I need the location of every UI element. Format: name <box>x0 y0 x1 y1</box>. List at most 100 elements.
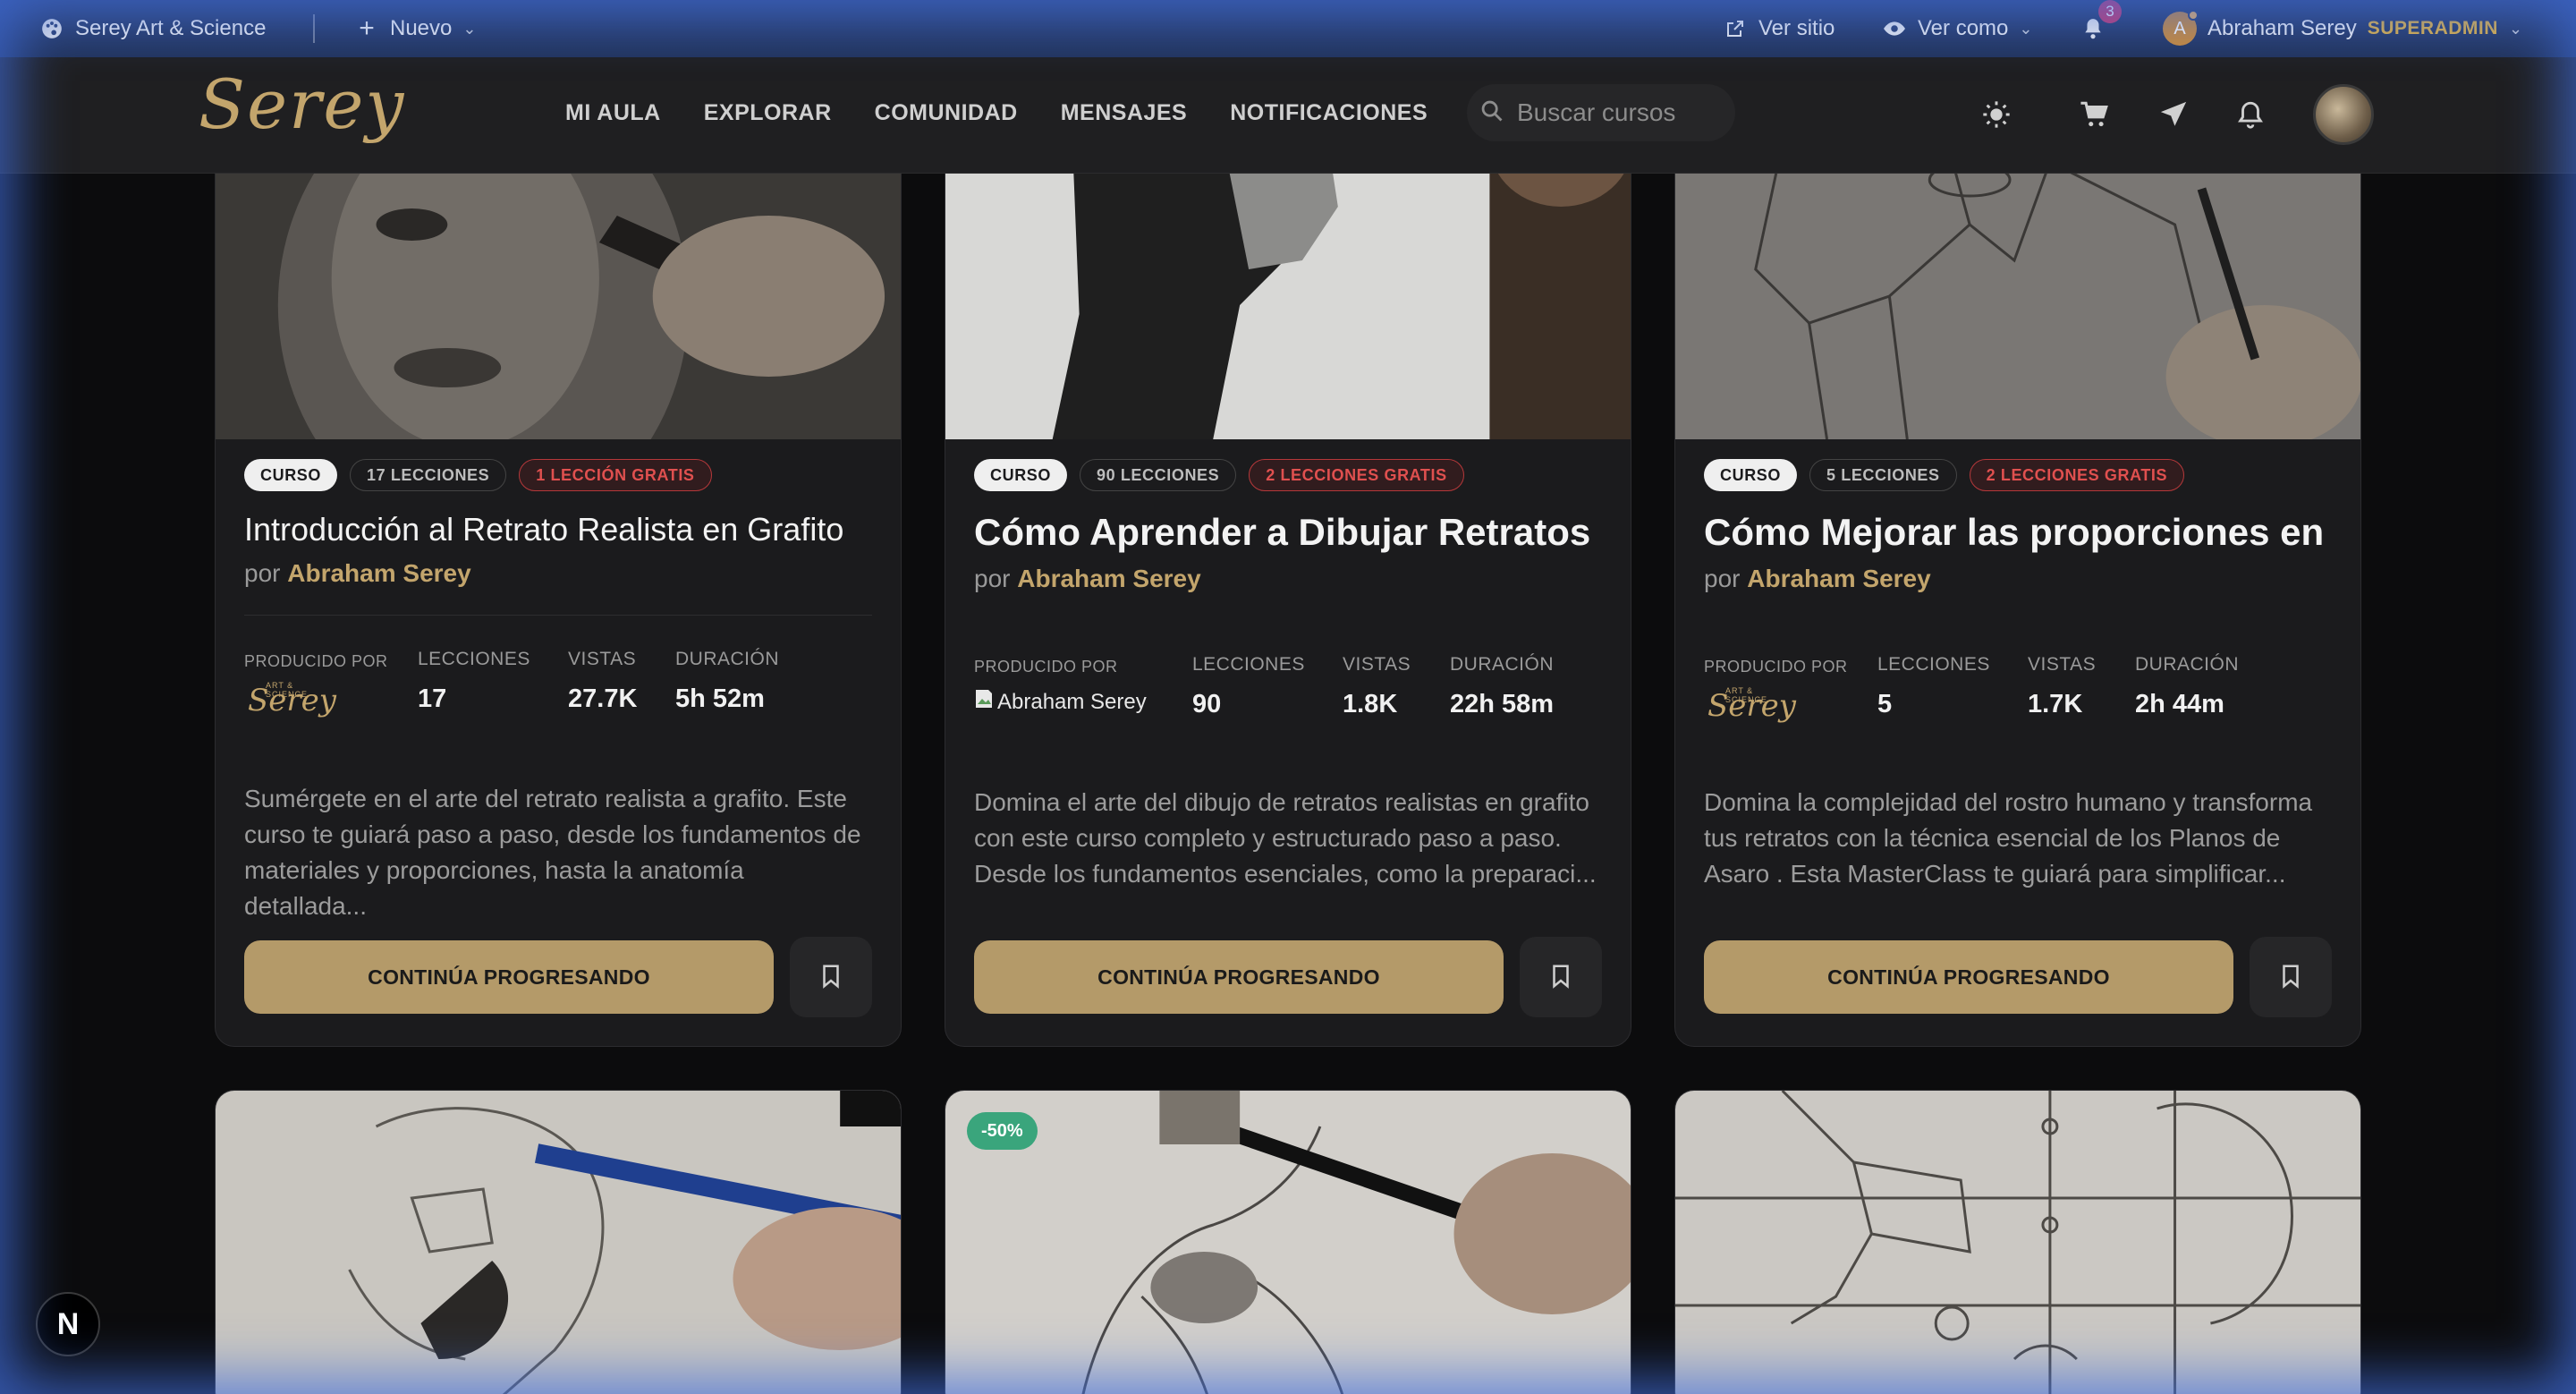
admin-notifications[interactable]: 3 <box>2080 0 2123 57</box>
continue-button[interactable]: CONTINÚA PROGRESANDO <box>244 940 774 1014</box>
course-author-line: por Abraham Serey <box>974 565 1201 593</box>
lessons-badge: 17 LECCIONES <box>350 459 507 491</box>
nav-explorar[interactable]: EXPLORAR <box>704 100 832 126</box>
course-thumbnail[interactable] <box>1675 1091 2360 1394</box>
main-nav: MI AULA EXPLORAR COMUNIDAD MENSAJES NOTI… <box>565 100 1428 126</box>
course-card <box>215 1090 902 1394</box>
lessons-badge: 5 LECCIONES <box>1809 459 1957 491</box>
admin-new-label: Nuevo <box>390 16 453 40</box>
chevron-down-icon: ⌄ <box>2508 19 2523 38</box>
views-value: 27.7K <box>568 684 638 713</box>
lessons-label: LECCIONES <box>1192 654 1305 675</box>
producer-logo: ART & SCIENCE Serey <box>248 681 336 718</box>
admin-site-link[interactable]: Serey Art & Science <box>39 0 266 57</box>
notification-count-badge: 3 <box>2098 0 2122 23</box>
views-label: VISTAS <box>568 649 637 669</box>
lessons-value: 17 <box>418 684 447 713</box>
discount-badge: -50% <box>967 1112 1038 1150</box>
by-label: por <box>1704 565 1741 592</box>
user-avatar: A <box>2163 10 2199 46</box>
produced-by-label: PRODUCIDO POR <box>244 652 388 670</box>
type-badge: CURSO <box>244 459 338 491</box>
admin-user-menu[interactable]: A Abraham Serey SUPERADMIN ⌄ <box>2163 0 2522 57</box>
free-lessons-badge: 2 LECCIONES GRATIS <box>1969 459 2185 491</box>
course-description: Domina la complejidad del rostro humano … <box>1704 788 2313 888</box>
course-card: CURSO 90 LECCIONES 2 LECCIONES GRATIS Có… <box>945 89 1631 1047</box>
course-title[interactable]: Cómo Mejorar las proporciones en e... <box>1704 511 2332 554</box>
duration-label: DURACIÓN <box>1450 654 1555 675</box>
course-tags: CURSO 5 LECCIONES 2 LECCIONES GRATIS <box>1704 459 2185 491</box>
nav-mi-aula[interactable]: MI AULA <box>565 100 661 126</box>
status-dot <box>2188 10 2199 21</box>
course-card: CURSO 5 LECCIONES 2 LECCIONES GRATIS Cóm… <box>1674 89 2361 1047</box>
author-link[interactable]: Abraham Serey <box>1017 565 1200 592</box>
lessons-value: 90 <box>1192 690 1222 718</box>
cart-icon[interactable] <box>2077 97 2113 132</box>
free-lessons-badge: 2 LECCIONES GRATIS <box>1249 459 1464 491</box>
type-badge: CURSO <box>974 459 1068 491</box>
bookmark-icon <box>1547 961 1574 994</box>
view-site-link[interactable]: Ver sitio <box>1723 0 1835 57</box>
sun-icon[interactable] <box>1979 97 2014 132</box>
admin-bar: Serey Art & Science + Nuevo ⌄ Ver sitio … <box>0 0 2576 57</box>
views-label: VISTAS <box>2028 654 2097 675</box>
lessons-badge: 90 LECCIONES <box>1080 459 1237 491</box>
admin-new-menu[interactable]: + Nuevo ⌄ <box>354 0 476 57</box>
nav-comunidad[interactable]: COMUNIDAD <box>875 100 1018 126</box>
bookmark-icon <box>818 961 844 994</box>
producer-name-text: Abraham Serey <box>997 689 1147 714</box>
role-badge: SUPERADMIN <box>2367 18 2498 38</box>
bell-icon[interactable] <box>2233 97 2268 132</box>
course-card: -50% <box>945 1090 1631 1394</box>
duration-value: 5h 52m <box>675 684 765 713</box>
course-description: Domina el arte del dibujo de retratos re… <box>974 788 1597 888</box>
course-thumbnail[interactable] <box>945 1091 1631 1394</box>
views-label: VISTAS <box>1343 654 1411 675</box>
search-input[interactable] <box>1517 98 1723 127</box>
duration-label: DURACIÓN <box>2135 654 2240 675</box>
nextjs-dev-indicator[interactable]: N <box>36 1292 100 1356</box>
user-avatar-photo[interactable] <box>2313 84 2374 145</box>
bookmark-button[interactable] <box>2250 937 2332 1017</box>
site-logo[interactable]: Serey <box>199 64 405 144</box>
produced-by-label: PRODUCIDO POR <box>1704 658 1848 676</box>
lessons-label: LECCIONES <box>1877 654 1990 675</box>
admin-separator <box>313 14 315 43</box>
course-title[interactable]: Cómo Aprender a Dibujar Retratos R... <box>974 511 1602 554</box>
course-tags: CURSO 17 LECCIONES 1 LECCIÓN GRATIS <box>244 459 712 491</box>
course-card <box>1674 1090 2361 1394</box>
by-label: por <box>974 565 1011 592</box>
duration-label: DURACIÓN <box>675 649 780 669</box>
course-title[interactable]: Introducción al Retrato Realista en Graf… <box>244 511 872 548</box>
external-link-icon <box>1723 16 1748 41</box>
view-as-menu[interactable]: Ver como ⌄ <box>1882 0 2032 57</box>
bookmark-button[interactable] <box>1520 937 1602 1017</box>
produced-by-label: PRODUCIDO POR <box>974 658 1118 676</box>
course-search <box>1467 84 1735 141</box>
type-badge: CURSO <box>1704 459 1798 491</box>
bookmark-icon <box>2277 961 2304 994</box>
views-value: 1.7K <box>2028 690 2083 718</box>
producer-logo-tag: ART & SCIENCE <box>1725 686 1768 704</box>
search-icon <box>1479 98 1504 128</box>
course-card: CURSO 17 LECCIONES 1 LECCIÓN GRATIS Intr… <box>215 89 902 1047</box>
producer-logo-tag: ART & SCIENCE <box>266 681 309 699</box>
lessons-value: 5 <box>1877 690 1893 718</box>
continue-button[interactable]: CONTINÚA PROGRESANDO <box>974 940 1504 1014</box>
by-label: por <box>244 559 281 587</box>
author-link[interactable]: Abraham Serey <box>287 559 470 587</box>
send-icon[interactable] <box>2156 97 2191 132</box>
nav-notificaciones[interactable]: NOTIFICACIONES <box>1230 100 1428 126</box>
bookmark-button[interactable] <box>790 937 872 1017</box>
duration-value: 22h 58m <box>1450 690 1555 718</box>
free-lessons-badge: 1 LECCIÓN GRATIS <box>519 459 712 491</box>
chevron-down-icon: ⌄ <box>2019 19 2033 38</box>
course-author-line: por Abraham Serey <box>1704 565 1931 593</box>
continue-button[interactable]: CONTINÚA PROGRESANDO <box>1704 940 2233 1014</box>
course-tags: CURSO 90 LECCIONES 2 LECCIONES GRATIS <box>974 459 1464 491</box>
author-link[interactable]: Abraham Serey <box>1747 565 1930 592</box>
view-site-label: Ver sitio <box>1758 16 1835 40</box>
avatar-letter: A <box>2174 18 2186 38</box>
nav-mensajes[interactable]: MENSAJES <box>1061 100 1188 126</box>
course-thumbnail[interactable] <box>216 1091 901 1394</box>
